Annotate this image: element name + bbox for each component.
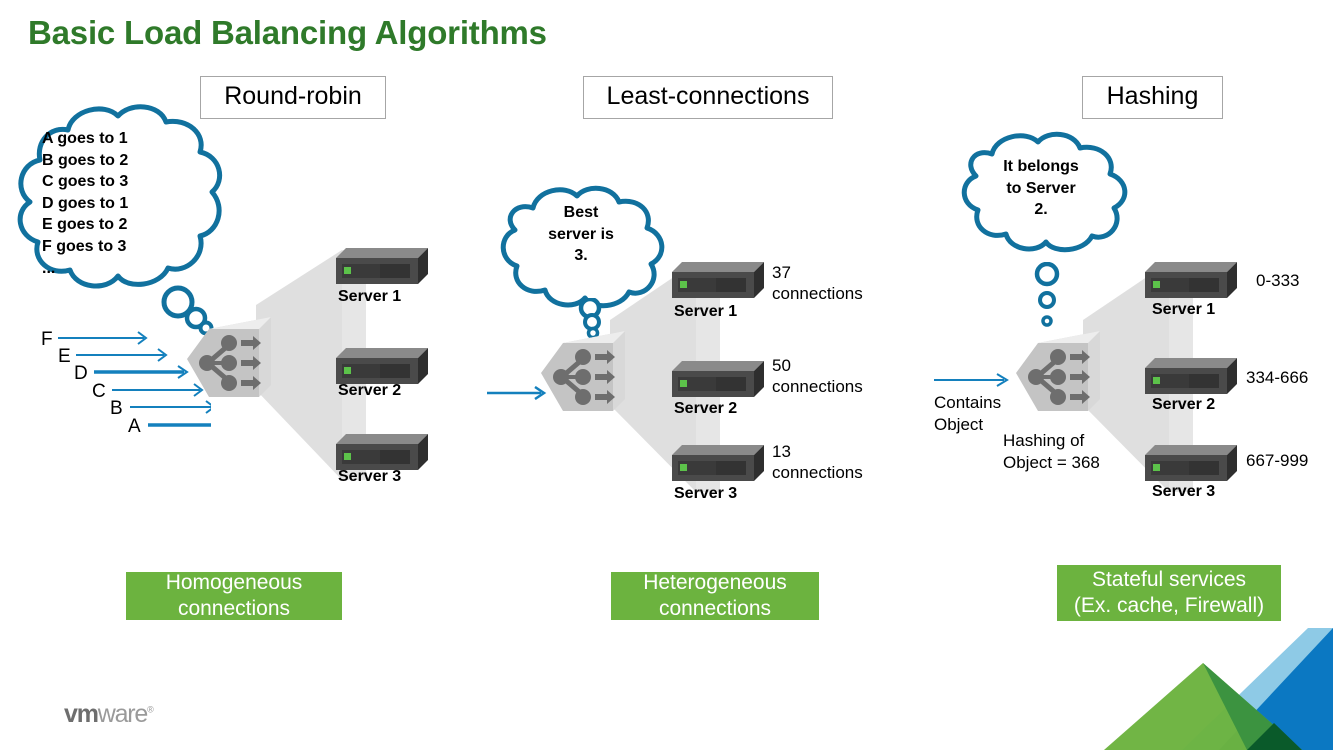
page-title: Basic Load Balancing Algorithms (28, 14, 547, 51)
server-label: Server 2 (674, 400, 738, 417)
slide-canvas: Basic Load Balancing Algorithms Round-ro… (0, 0, 1333, 750)
server-icon[interactable] (1145, 445, 1237, 485)
load-balancer-icon-hashing[interactable] (1012, 327, 1112, 427)
server-label: Server 1 (338, 288, 402, 305)
load-balancer-icon-least-connections[interactable] (537, 327, 637, 427)
caption-heterogeneous-connections: Heterogeneous connections (611, 571, 819, 620)
cloud-text-least-connections: Best server is 3. (548, 204, 614, 265)
server-icon[interactable] (672, 445, 764, 485)
server-hash-range: 334-666 (1246, 368, 1309, 387)
server-label: Server 2 (1152, 396, 1216, 413)
caption-homogeneous-connections: Homogeneous connections (126, 571, 342, 620)
server-label: Server 3 (338, 468, 402, 485)
server-icon[interactable] (1145, 262, 1237, 302)
server-label: Server 3 (674, 485, 738, 502)
server-connections-note: 37 connections (772, 263, 863, 304)
flow-arrow-label-a: A (128, 416, 141, 437)
column-header-round-robin: Round-robin (200, 76, 386, 119)
server-label: Server 1 (1152, 301, 1216, 318)
column-header-least-connections: Least-connections (583, 76, 833, 119)
inbound-arrow-hashing (934, 373, 1009, 387)
vmware-logo-ware: ware (97, 700, 149, 728)
vmware-logo-vm: vm (64, 700, 99, 728)
server-icon[interactable] (336, 248, 428, 288)
decorative-corner-graphic (1104, 628, 1333, 750)
vmware-logo: vmware® (64, 700, 154, 729)
server-icon[interactable] (672, 361, 764, 401)
flow-arrow-label-b: B (110, 398, 123, 419)
server-label: Server 3 (1152, 483, 1216, 500)
server-label: Server 2 (338, 382, 402, 399)
vmware-logo-registered: ® (147, 704, 154, 715)
column-header-hashing: Hashing (1082, 76, 1223, 119)
inbound-arrow-least-connections (487, 386, 547, 400)
inbound-label-hashing: Contains Object (934, 393, 1002, 435)
caption-stateful-services: Stateful services (Ex. cache, Firewall) (1057, 565, 1281, 621)
flow-arrow-label-d: D (74, 363, 88, 384)
flow-arrow-label-f: F (41, 329, 53, 350)
cloud-text-hashing: It belongs to Server 2. (1003, 158, 1079, 219)
server-icon[interactable] (1145, 358, 1237, 398)
hash-value-label: Hashing of Object = 368 (1003, 431, 1100, 473)
server-hash-range: 667-999 (1246, 451, 1309, 470)
flow-arrow-label-e: E (58, 346, 71, 367)
thought-cloud-tail-hashing (1034, 262, 1060, 327)
server-hash-range: 0-333 (1256, 271, 1300, 290)
server-icon[interactable] (672, 262, 764, 302)
server-connections-note: 13 connections (772, 442, 863, 483)
server-connections-note: 50 connections (772, 356, 863, 397)
flow-arrow-label-c: C (92, 381, 106, 402)
cloud-text-round-robin: A goes to 1 B goes to 2 C goes to 3 D go… (42, 130, 129, 277)
server-label: Server 1 (674, 303, 738, 320)
